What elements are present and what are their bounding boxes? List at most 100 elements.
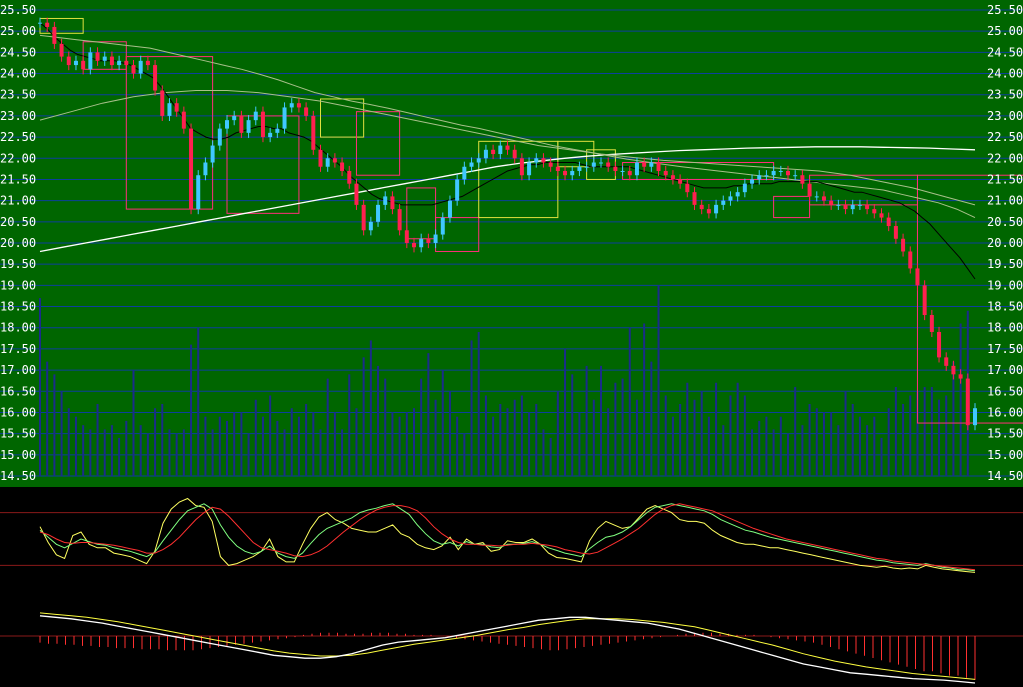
candle-body bbox=[196, 175, 201, 210]
candle-body bbox=[527, 162, 532, 176]
macd-panel-background bbox=[0, 587, 1023, 687]
candle-body bbox=[268, 132, 273, 138]
candle-body bbox=[577, 166, 582, 171]
candle-body bbox=[937, 331, 942, 358]
y-tick-label-right: 18.50 bbox=[987, 300, 1023, 314]
candle-body bbox=[81, 60, 86, 70]
y-tick-label-left: 22.50 bbox=[0, 130, 36, 144]
candle-body bbox=[656, 162, 661, 171]
candle-body bbox=[857, 204, 862, 206]
candle-body bbox=[663, 170, 668, 176]
candle-body bbox=[368, 221, 373, 231]
candle-body bbox=[131, 65, 136, 74]
candle-body bbox=[505, 145, 510, 150]
candle-body bbox=[893, 226, 898, 239]
y-tick-label-right: 20.50 bbox=[987, 215, 1023, 229]
oscillator-panel-background bbox=[0, 487, 1023, 587]
candle-body bbox=[38, 22, 42, 24]
candle-body bbox=[311, 115, 316, 150]
candle-body bbox=[620, 170, 625, 172]
candle-body bbox=[728, 196, 733, 201]
y-tick-label-right: 22.50 bbox=[987, 130, 1023, 144]
candle-body bbox=[354, 183, 359, 205]
y-tick-label-left: 19.50 bbox=[0, 257, 36, 271]
candle-body bbox=[174, 103, 179, 112]
candle-body bbox=[821, 196, 826, 201]
y-tick-label-right: 25.00 bbox=[987, 24, 1023, 38]
y-tick-label-right: 25.50 bbox=[987, 3, 1023, 17]
stock-chart: 25.50 25.50 25.00 25.00 24.50 24.50 24.00 24.00… bbox=[0, 0, 1023, 687]
y-tick-label-left: 23.00 bbox=[0, 109, 36, 123]
candle-body bbox=[59, 43, 64, 57]
y-tick-label-left: 15.00 bbox=[0, 448, 36, 462]
candle-body bbox=[404, 230, 409, 243]
candle-body bbox=[340, 162, 345, 171]
candle-body bbox=[239, 115, 244, 133]
candle-body bbox=[476, 158, 481, 163]
y-tick-label-right: 19.50 bbox=[987, 257, 1023, 271]
candle-body bbox=[332, 158, 337, 163]
candle-body bbox=[498, 145, 503, 155]
candle-body bbox=[735, 192, 740, 197]
candle-body bbox=[66, 56, 71, 66]
candle-body bbox=[483, 149, 488, 159]
y-tick-label-left: 20.50 bbox=[0, 215, 36, 229]
candle-body bbox=[706, 209, 711, 214]
candle-body bbox=[361, 204, 366, 231]
y-tick-label-right: 23.00 bbox=[987, 109, 1023, 123]
candle-body bbox=[807, 183, 812, 197]
candle-body bbox=[462, 166, 467, 180]
candle-body bbox=[634, 162, 639, 176]
candle-body bbox=[814, 196, 819, 198]
candle-body bbox=[642, 162, 647, 167]
candle-body bbox=[88, 52, 93, 70]
candle-body bbox=[95, 52, 100, 61]
y-tick-label-left: 17.00 bbox=[0, 363, 36, 377]
y-tick-label-left: 20.00 bbox=[0, 236, 36, 250]
y-tick-label-left: 22.00 bbox=[0, 151, 36, 165]
candle-body bbox=[455, 179, 460, 201]
y-tick-label-left: 15.50 bbox=[0, 427, 36, 441]
candle-body bbox=[383, 196, 388, 205]
candle-body bbox=[347, 170, 352, 184]
y-tick-label-left: 19.00 bbox=[0, 278, 36, 292]
candle-body bbox=[102, 56, 107, 61]
y-tick-label-right: 24.50 bbox=[987, 45, 1023, 59]
candle-body bbox=[519, 158, 524, 176]
y-tick-label-right: 17.50 bbox=[987, 342, 1023, 356]
y-tick-label-right: 22.00 bbox=[987, 151, 1023, 165]
y-tick-label-right: 20.00 bbox=[987, 236, 1023, 250]
y-tick-label-right: 15.00 bbox=[987, 448, 1023, 462]
candle-body bbox=[138, 60, 143, 74]
candle-body bbox=[908, 251, 913, 269]
candle-body bbox=[189, 128, 194, 210]
candle-body bbox=[232, 115, 237, 121]
candle-body bbox=[922, 285, 927, 316]
candle-body bbox=[750, 179, 755, 184]
candle-body bbox=[282, 107, 287, 129]
candle-body bbox=[376, 204, 381, 222]
candle-body bbox=[915, 268, 920, 286]
candle-body bbox=[850, 204, 855, 210]
candle-body bbox=[491, 149, 496, 155]
candle-body bbox=[296, 103, 301, 108]
candle-body bbox=[440, 217, 445, 235]
candle-body bbox=[591, 162, 596, 167]
candle-body bbox=[426, 238, 431, 243]
candle-body bbox=[886, 217, 891, 227]
candle-body bbox=[117, 60, 122, 66]
candle-body bbox=[153, 65, 158, 91]
y-tick-label-right: 18.00 bbox=[987, 321, 1023, 335]
candle-body bbox=[786, 170, 790, 176]
y-tick-label-right: 23.50 bbox=[987, 88, 1023, 102]
candle-body bbox=[419, 238, 424, 248]
candle-body bbox=[304, 107, 309, 116]
candle-body bbox=[793, 175, 798, 177]
candle-body bbox=[246, 120, 251, 133]
candle-body bbox=[699, 204, 704, 210]
candle-body bbox=[714, 204, 719, 214]
y-tick-label-right: 21.00 bbox=[987, 194, 1023, 208]
candle-body bbox=[167, 103, 172, 116]
candle-body bbox=[563, 170, 568, 176]
candle-body bbox=[225, 120, 229, 129]
